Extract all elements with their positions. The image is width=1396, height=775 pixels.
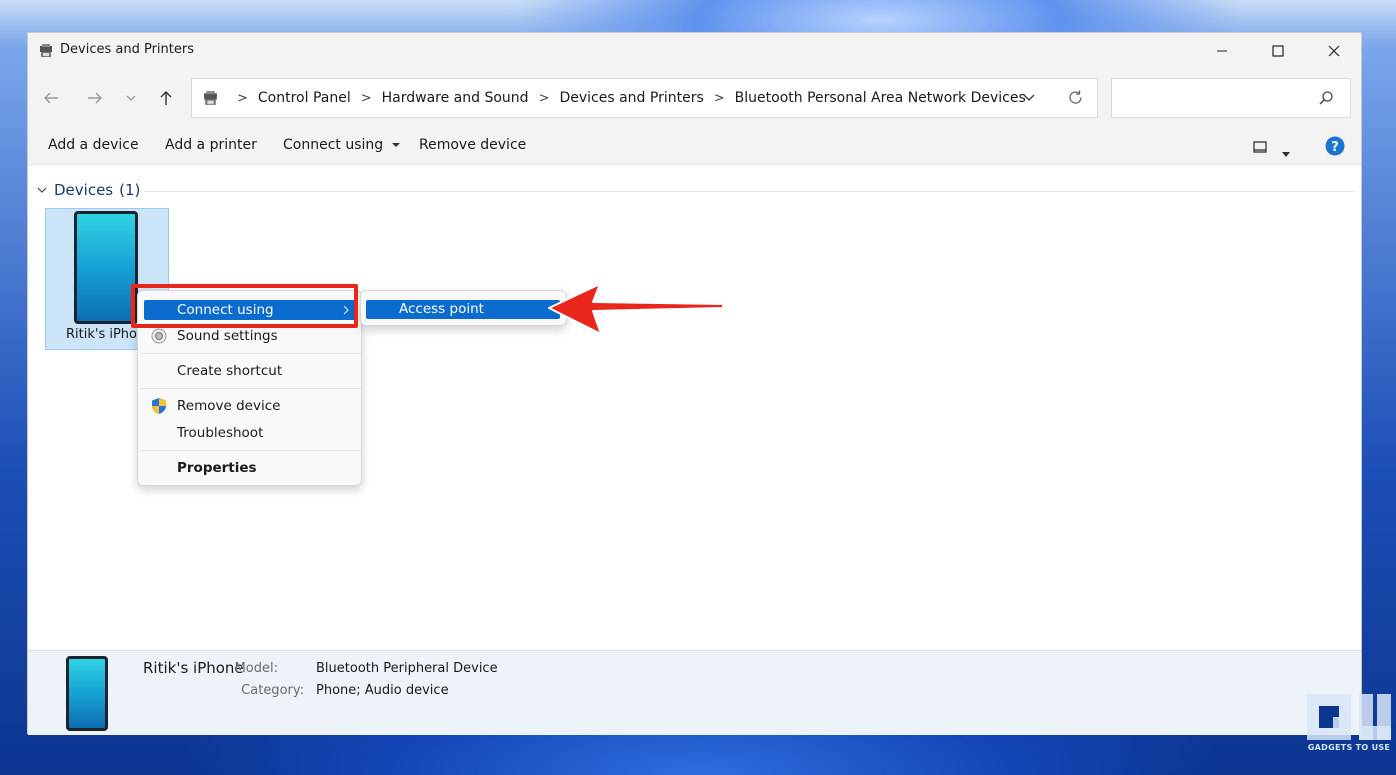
phone-icon xyxy=(74,211,138,324)
breadcrumb-hardware-and-sound[interactable]: Hardware and Sound xyxy=(382,90,529,106)
help-icon: ? xyxy=(1325,136,1345,156)
uac-shield-icon xyxy=(152,398,166,414)
group-divider xyxy=(144,191,1354,192)
menu-item-troubleshoot[interactable]: Troubleshoot xyxy=(138,421,361,445)
device-label: Ritik's iPhon xyxy=(66,327,146,342)
submenu-item-label: Access point xyxy=(399,301,484,317)
help-button[interactable]: ? xyxy=(1325,136,1345,160)
breadcrumb-control-panel[interactable]: Control Panel xyxy=(258,90,351,106)
change-view-button[interactable] xyxy=(1253,139,1267,158)
menu-item-label: Create shortcut xyxy=(177,363,283,379)
navigation-bar: > Control Panel > Hardware and Sound > D… xyxy=(28,69,1361,127)
menu-separator xyxy=(140,388,361,389)
view-options-dropdown[interactable] xyxy=(1282,143,1290,162)
forward-arrow-icon xyxy=(88,92,102,104)
connect-using-button[interactable]: Connect using xyxy=(283,137,400,153)
add-device-button[interactable]: Add a device xyxy=(48,137,139,153)
category-label: Category: xyxy=(241,683,304,698)
devices-group-header[interactable]: Devices (1) xyxy=(36,181,140,199)
add-printer-button[interactable]: Add a printer xyxy=(165,137,257,153)
breadcrumb-bluetooth-pan-devices[interactable]: Bluetooth Personal Area Network Devices xyxy=(735,90,1026,106)
menu-item-label: Sound settings xyxy=(177,328,278,344)
menu-item-label: Remove device xyxy=(177,398,281,414)
address-bar[interactable]: > Control Panel > Hardware and Sound > D… xyxy=(191,78,1098,118)
up-arrow-icon xyxy=(160,91,172,105)
annotation-arrow-icon xyxy=(548,283,724,335)
refresh-button[interactable] xyxy=(1067,89,1084,110)
details-pane: Ritik's iPhone Model: Bluetooth Peripher… xyxy=(28,650,1361,735)
breadcrumb-separator: > xyxy=(360,90,372,106)
breadcrumb-separator: > xyxy=(538,90,550,106)
menu-item-remove-device[interactable]: Remove device xyxy=(138,394,361,418)
breadcrumb-devices-and-printers[interactable]: Devices and Printers xyxy=(559,90,703,106)
breadcrumb-separator: > xyxy=(713,90,725,106)
back-arrow-icon xyxy=(44,92,58,104)
refresh-icon xyxy=(1069,90,1082,104)
gadgets-to-use-logo-icon xyxy=(1307,694,1391,740)
svg-text:?: ? xyxy=(1331,140,1339,155)
close-icon xyxy=(1328,45,1340,57)
devices-group-count: (1) xyxy=(119,181,141,199)
close-button[interactable] xyxy=(1314,39,1354,63)
menu-item-properties[interactable]: Properties xyxy=(138,456,361,480)
chevron-down-icon xyxy=(126,95,136,101)
watermark-text: GADGETS TO USE xyxy=(1307,743,1391,752)
devices-group-label: Devices xyxy=(54,181,114,199)
forward-button[interactable] xyxy=(84,87,106,109)
search-input[interactable] xyxy=(1111,78,1351,118)
connect-using-submenu: Access point xyxy=(360,290,567,326)
devices-printers-icon xyxy=(40,44,52,57)
recent-locations-button[interactable] xyxy=(120,87,142,109)
caret-down-icon xyxy=(1282,152,1290,157)
maximize-button[interactable] xyxy=(1258,39,1298,63)
back-button[interactable] xyxy=(40,87,62,109)
breadcrumb: > Control Panel > Hardware and Sound > D… xyxy=(202,79,1026,117)
highlight-annotation-box xyxy=(131,284,358,328)
control-panel-icon xyxy=(204,90,217,105)
caret-down-icon xyxy=(391,143,400,147)
view-pane-icon xyxy=(1253,141,1267,153)
category-value: Phone; Audio device xyxy=(316,683,449,698)
address-dropdown-button[interactable] xyxy=(1022,90,1036,109)
menu-item-label: Troubleshoot xyxy=(177,425,264,441)
model-value: Bluetooth Peripheral Device xyxy=(316,661,498,676)
chevron-down-icon xyxy=(37,187,47,193)
speaker-icon xyxy=(151,328,167,344)
maximize-icon xyxy=(1272,45,1284,57)
submenu-item-access-point[interactable]: Access point xyxy=(366,300,560,319)
menu-item-create-shortcut[interactable]: Create shortcut xyxy=(138,359,361,383)
breadcrumb-separator: > xyxy=(237,90,248,106)
command-bar: Add a device Add a printer Connect using… xyxy=(28,127,1361,165)
search-icon xyxy=(1319,91,1333,105)
menu-separator xyxy=(140,353,361,354)
window-title: Devices and Printers xyxy=(60,42,194,57)
menu-separator xyxy=(140,450,361,451)
connect-using-label: Connect using xyxy=(283,137,384,153)
title-bar: Devices and Printers xyxy=(28,33,1361,69)
menu-item-label: Properties xyxy=(177,460,257,476)
remove-device-button[interactable]: Remove device xyxy=(419,137,526,153)
phone-icon xyxy=(66,656,108,731)
minimize-button[interactable] xyxy=(1202,39,1242,63)
up-button[interactable] xyxy=(155,87,177,109)
chevron-down-icon xyxy=(1023,94,1035,101)
model-label: Model: xyxy=(234,661,278,676)
minimize-icon xyxy=(1217,50,1227,52)
